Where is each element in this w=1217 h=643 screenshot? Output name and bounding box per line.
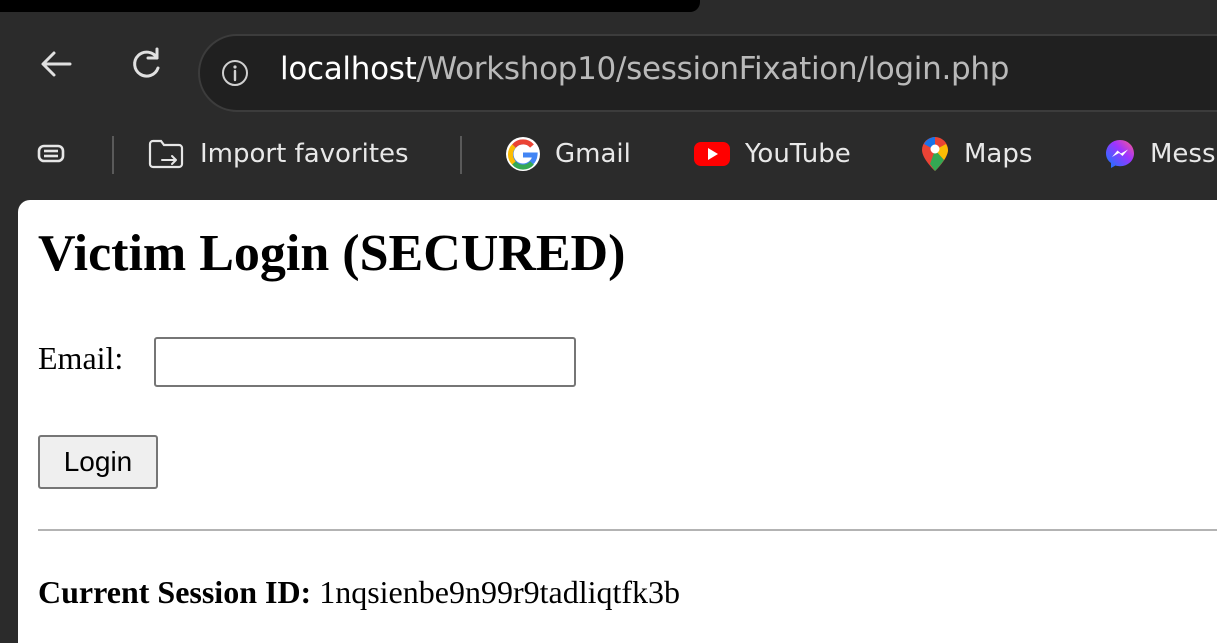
session-id-value: 1nqsienbe9n99r9tadliqtfk3b [319,574,681,610]
import-favorites-button[interactable]: Import favorites [146,134,409,174]
address-bar[interactable]: localhost/Workshop10/sessionFixation/log… [198,34,1217,112]
site-info-icon[interactable] [220,58,250,88]
email-label: Email: [38,340,124,376]
email-field[interactable] [154,337,576,387]
favorite-label: Gmail [555,139,631,169]
browser-toolbar: localhost/Workshop10/sessionFixation/log… [0,12,1217,112]
reload-button[interactable] [124,42,168,86]
favorite-gmail[interactable]: Gmail [505,134,631,174]
messenger-icon [1106,140,1134,168]
import-favorites-icon [148,139,184,169]
reload-icon [133,47,160,78]
favorites-divider [460,136,462,174]
browser-window: localhost/Workshop10/sessionFixation/log… [0,0,1217,643]
back-arrow-icon [41,51,72,77]
youtube-icon [694,142,730,166]
login-button[interactable]: Login [38,435,158,489]
favorites-divider [112,136,114,174]
tab-strip [0,0,700,12]
horizontal-rule [38,529,1217,531]
favorite-youtube[interactable]: YouTube [693,134,851,174]
maps-icon [922,137,948,171]
favorite-label: YouTube [745,139,851,169]
favorite-label: Mess [1150,139,1216,169]
import-favorites-label: Import favorites [200,139,409,169]
collections-button[interactable] [36,134,80,174]
url-path: /Workshop10/sessionFixation/login.php [416,51,1010,87]
gmail-icon [506,137,540,171]
favorite-maps[interactable]: Maps [920,134,1032,174]
favorites-bar: Import favorites Gmail YouTube Maps Mess [0,124,1217,186]
favorite-messenger[interactable]: Mess [1104,134,1216,174]
collections-icon [37,144,65,163]
back-button[interactable] [34,42,78,86]
page-content: Victim Login (SECURED) Email: Login Curr… [18,200,1217,643]
session-info: Current Session ID: 1nqsienbe9n99r9tadli… [38,574,680,611]
session-id-label: Current Session ID: [38,574,312,610]
page-title: Victim Login (SECURED) [38,225,626,282]
favorite-label: Maps [964,139,1033,169]
url-text[interactable]: localhost/Workshop10/sessionFixation/log… [280,51,1009,87]
url-host: localhost [280,51,417,87]
